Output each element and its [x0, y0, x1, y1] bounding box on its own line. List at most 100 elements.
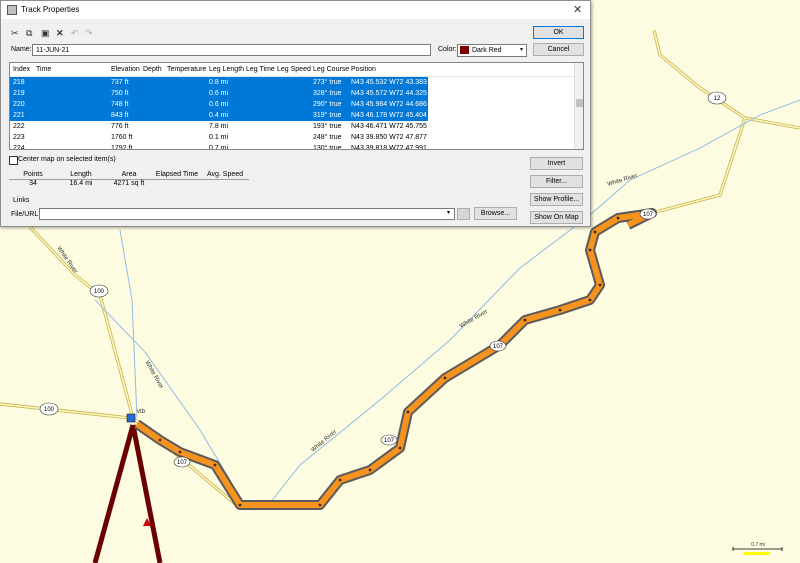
table-row[interactable]: 221 843 ft 0.4 mi 319° true N43 46.178 W72 4…	[10, 110, 428, 121]
stat-area: Area 4271 sq ft	[105, 171, 153, 188]
svg-text:107: 107	[177, 460, 188, 466]
invert-button[interactable]: Invert	[530, 157, 583, 170]
table-row[interactable]: 222 776 ft 7.8 mi 193° true N43 46.471 W72 4…	[10, 121, 428, 132]
cell-leg-course: 193° true	[313, 123, 342, 130]
color-swatch	[460, 46, 469, 55]
cut-icon[interactable]: ✂	[11, 28, 19, 38]
svg-text:107: 107	[384, 438, 395, 444]
show-profile-button[interactable]: Show Profile...	[530, 193, 583, 206]
ok-button[interactable]: OK	[533, 26, 584, 39]
route-shield-12: 12	[707, 91, 727, 105]
paste-icon[interactable]: ▣	[41, 28, 50, 38]
cancel-button[interactable]: Cancel	[533, 43, 584, 56]
cell-elevation: 737 ft	[111, 79, 129, 86]
cell-index: 219	[13, 90, 25, 97]
column-header[interactable]: Leg Course	[313, 64, 349, 75]
stat-points: Points 34	[9, 171, 57, 188]
cell-index: 218	[13, 79, 25, 86]
route-shield-107-mid: 107	[489, 340, 507, 352]
table-row[interactable]: 223 1760 ft 0.1 mi 248° true N43 39.850 W72 …	[10, 132, 428, 143]
table-scrollbar[interactable]	[574, 63, 583, 149]
svg-text:100: 100	[94, 289, 105, 295]
cell-position: N43 46.471 W72 45.755	[351, 123, 427, 130]
redo-icon[interactable]: ↷	[85, 28, 93, 38]
name-field[interactable]: 11-JUN-21	[32, 44, 431, 56]
link-edit-button[interactable]	[457, 208, 470, 220]
table-row[interactable]: 219 750 ft 0.6 mi 328° true N43 45.572 W72 4…	[10, 88, 428, 99]
center-map-label: Center map on selected item(s)	[18, 156, 116, 163]
column-header[interactable]: Depth	[143, 64, 162, 75]
route-shield-100-b: 100	[39, 402, 59, 416]
table-header: Index Time Elevation Depth Temperature L…	[10, 63, 574, 77]
svg-text:107: 107	[493, 344, 504, 350]
track-stats: Points 34 Length 16.4 mi Area 4271 sq ft El…	[9, 171, 249, 188]
column-header[interactable]: Elevation	[111, 64, 140, 75]
file-url-field[interactable]	[39, 208, 455, 220]
route-shield-107-top: 107	[639, 208, 657, 220]
center-map-checkbox[interactable]	[9, 156, 18, 165]
cell-leg-length: 0.7 mi	[209, 145, 229, 150]
app-icon	[7, 5, 17, 15]
waypoint-label: vtb	[137, 409, 146, 415]
stat-avg-speed: Avg. Speed	[201, 171, 249, 188]
cell-position: N43 39.818 W72 47.991	[351, 145, 427, 150]
show-on-map-button[interactable]: Show On Map	[530, 211, 583, 224]
svg-text:0.7 mi: 0.7 mi	[751, 542, 765, 548]
svg-text:107: 107	[643, 212, 654, 218]
title-bar[interactable]: Track Properties ✕	[1, 1, 590, 19]
cell-leg-course: 328° true	[313, 90, 342, 97]
cell-elevation: 750 ft	[111, 90, 129, 97]
route-shield-107-low: 107	[380, 434, 398, 446]
chevron-down-icon: ▾	[519, 47, 523, 53]
route-shield-107-left: 107	[173, 456, 191, 468]
track-points-table[interactable]: Index Time Elevation Depth Temperature L…	[9, 62, 584, 150]
cell-leg-course: 290° true	[313, 101, 342, 108]
cell-position: N43 46.178 W72 45.404	[351, 112, 427, 119]
route-shield-100-a: 100	[89, 284, 109, 298]
cell-index: 222	[13, 123, 25, 130]
cell-leg-length: 0.8 mi	[209, 79, 229, 86]
cell-leg-course: 130° true	[313, 145, 342, 150]
cell-index: 223	[13, 134, 25, 141]
cell-leg-length: 0.6 mi	[209, 90, 229, 97]
close-icon[interactable]: ✕	[573, 3, 582, 16]
cell-position: N43 39.850 W72 47.877	[351, 134, 427, 141]
track-properties-dialog: Track Properties ✕ ✂ ⧉ ▣ ✕ ↶ ↷ OK Cancel…	[0, 0, 591, 227]
table-row[interactable]: 218 737 ft 0.8 mi 273° true N43 45.532 W72 4…	[10, 77, 428, 88]
cell-leg-length: 7.8 mi	[209, 123, 229, 130]
cell-position: N43 45.984 W72 44.686	[351, 101, 427, 108]
color-dropdown[interactable]: Dark Red ▾	[457, 44, 527, 57]
svg-text:100: 100	[44, 407, 55, 413]
copy-icon[interactable]: ⧉	[26, 28, 32, 38]
cell-elevation: 1760 ft	[111, 134, 133, 141]
filter-button[interactable]: Filter...	[530, 175, 583, 188]
table-row[interactable]: 220 748 ft 0.6 mi 290° true N43 45.984 W72 4…	[10, 99, 428, 110]
column-header[interactable]: Leg Length	[209, 64, 244, 75]
column-header[interactable]: Time	[36, 64, 51, 75]
color-value: Dark Red	[472, 47, 502, 54]
waypoint-icon[interactable]	[126, 413, 136, 423]
cell-index: 220	[13, 101, 25, 108]
links-label: Links	[13, 197, 30, 204]
cell-position: N43 45.572 W72 44.325	[351, 90, 427, 97]
column-header[interactable]: Leg Time	[246, 64, 275, 75]
table-row[interactable]: 224 1792 ft 0.7 mi 130° true N43 39.818 W72 …	[10, 143, 428, 150]
column-header[interactable]: Temperature	[167, 64, 206, 75]
cell-position: N43 45.532 W72 43.383	[351, 79, 427, 86]
column-header[interactable]: Position	[351, 64, 376, 75]
scrollbar-thumb[interactable]	[576, 99, 583, 107]
cell-leg-length: 0.6 mi	[209, 101, 229, 108]
cell-index: 221	[13, 112, 25, 119]
undo-icon[interactable]: ↶	[71, 28, 79, 38]
name-label: Name:	[11, 46, 32, 53]
column-header[interactable]: Leg Speed	[277, 64, 311, 75]
stat-elapsed-time: Elapsed Time	[153, 171, 201, 188]
column-header[interactable]: Index	[13, 64, 30, 75]
cell-elevation: 1792 ft	[111, 145, 133, 150]
delete-icon[interactable]: ✕	[56, 28, 64, 38]
cell-elevation: 776 ft	[111, 123, 129, 130]
browse-button[interactable]: Browse...	[474, 207, 517, 220]
chevron-down-icon[interactable]: ▾	[447, 209, 450, 216]
file-url-label: File/URL:	[11, 211, 41, 218]
cell-leg-course: 319° true	[313, 112, 342, 119]
